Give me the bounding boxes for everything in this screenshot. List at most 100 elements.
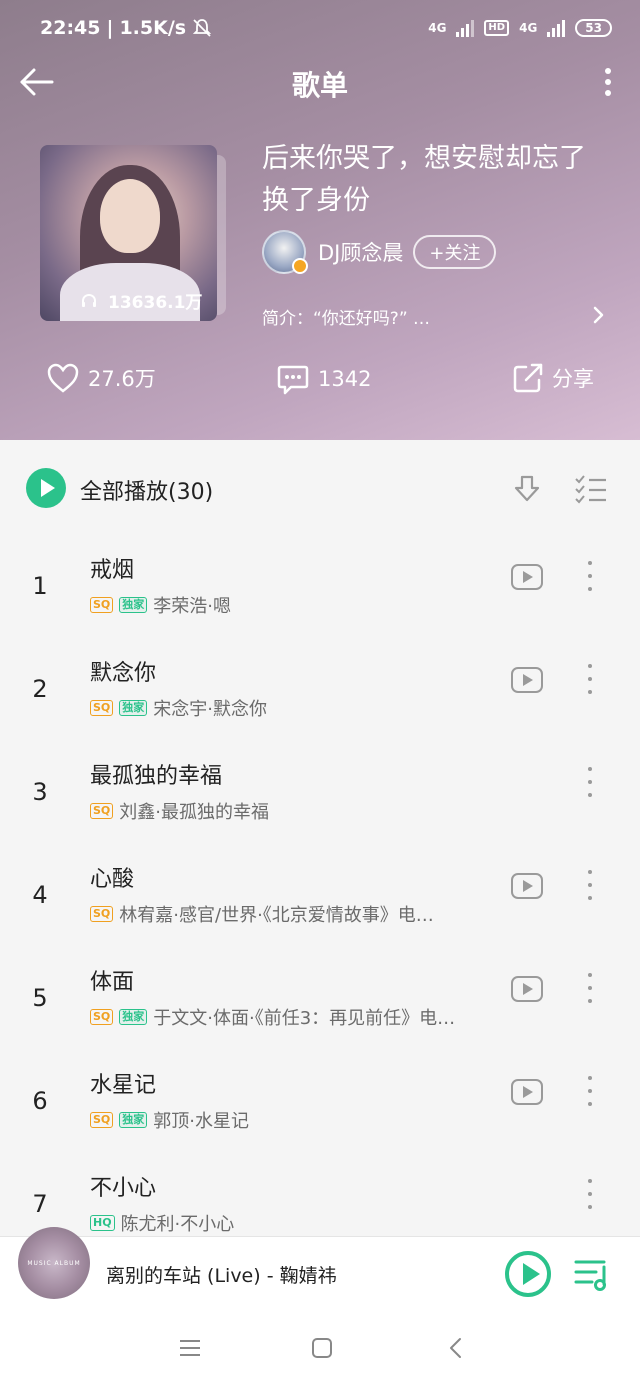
song-artist-album: 林宥嘉·感官/世界·《北京爱情故事》电… xyxy=(119,905,434,926)
cover-image: 13636.1万 xyxy=(40,145,217,321)
action-bar: 27.6万 1342 分享 xyxy=(0,362,640,412)
play-count: 13636.1万 xyxy=(80,288,202,313)
playlist-title: 后来你哭了，想安慰却忘了换了身份 xyxy=(262,143,586,216)
status-speed: 1.5K/s xyxy=(119,17,187,39)
song-row[interactable]: 6 水星记 SQ 独家 郭顶·水星记 xyxy=(0,1053,640,1156)
video-play-icon[interactable] xyxy=(511,1079,543,1105)
song-row[interactable]: 3 最孤独的幸福 SQ 刘鑫·最孤独的幸福 xyxy=(0,744,640,847)
status-separator: | xyxy=(106,17,114,39)
song-more-icon[interactable] xyxy=(580,661,600,697)
heart-icon xyxy=(47,363,79,393)
share-icon xyxy=(513,363,543,393)
download-icon[interactable] xyxy=(512,474,542,504)
playlist-header: 22:45 | 1.5K/s 4G HD 4G 53 歌单 13636.1万 后… xyxy=(0,0,640,440)
follow-button[interactable]: +关注 xyxy=(413,235,497,269)
multiselect-icon[interactable] xyxy=(574,474,608,504)
song-more-icon[interactable] xyxy=(580,970,600,1006)
sq-badge: SQ xyxy=(90,803,114,819)
share-label: 分享 xyxy=(552,367,594,391)
signal-icon-2 xyxy=(547,19,566,37)
song-title: 戒烟 xyxy=(90,558,135,583)
song-title: 最孤独的幸福 xyxy=(90,764,223,789)
sq-badge: SQ xyxy=(90,1009,114,1025)
sq-badge: SQ xyxy=(90,1112,114,1128)
song-row[interactable]: 1 戒烟 SQ 独家 李荣浩·嗯 xyxy=(0,538,640,641)
song-more-icon[interactable] xyxy=(580,1176,600,1212)
menu-icon[interactable] xyxy=(178,1336,202,1360)
song-subtitle-row: SQ 独家 于文文·体面·《前任3：再见前任》电… xyxy=(90,1004,455,1030)
creator-row: DJ顾念晨 +关注 xyxy=(262,230,497,274)
song-index: 5 xyxy=(32,984,48,1012)
song-index: 2 xyxy=(32,675,48,703)
playlist-intro[interactable]: 简介：“你还好吗?” … xyxy=(262,304,430,329)
sq-badge: SQ xyxy=(90,597,114,613)
song-row[interactable]: 7 不小心 HQ 陈尤利·不小心 xyxy=(0,1156,640,1236)
mini-player[interactable]: MUSIC ALBUM 离别的车站 (Live) - 鞠婧祎 xyxy=(0,1227,640,1310)
song-subtitle-row: HQ 陈尤利·不小心 xyxy=(90,1210,234,1236)
battery-indicator: 53 xyxy=(575,19,612,37)
signal-icon xyxy=(456,19,475,37)
song-row[interactable]: 4 心酸 SQ 林宥嘉·感官/世界·《北京爱情故事》电… xyxy=(0,847,640,950)
hq-badge: HQ xyxy=(90,1215,115,1231)
creator-avatar[interactable] xyxy=(262,230,308,274)
playlist-queue-icon[interactable] xyxy=(574,1257,612,1291)
song-more-icon[interactable] xyxy=(580,558,600,594)
song-row[interactable]: 5 体面 SQ 独家 于文文·体面·《前任3：再见前任》电… xyxy=(0,950,640,1053)
page-title: 歌单 xyxy=(291,69,348,102)
vip-badge-icon xyxy=(292,258,308,274)
mini-player-cover[interactable]: MUSIC ALBUM xyxy=(18,1227,90,1299)
sq-badge: SQ xyxy=(90,700,114,716)
song-index: 7 xyxy=(32,1190,48,1218)
song-title: 水星记 xyxy=(90,1073,157,1098)
play-all-button[interactable] xyxy=(26,468,66,508)
creator-name[interactable]: DJ顾念晨 xyxy=(318,237,403,267)
share-button[interactable]: 分享 xyxy=(512,362,594,394)
song-subtitle-row: SQ 独家 郭顶·水星记 xyxy=(90,1107,249,1133)
video-play-icon[interactable] xyxy=(511,667,543,693)
song-title: 心酸 xyxy=(90,867,135,892)
chevron-right-icon[interactable] xyxy=(592,304,606,326)
video-play-icon[interactable] xyxy=(511,564,543,590)
song-index: 1 xyxy=(32,572,48,600)
hd-badge: HD xyxy=(484,20,510,36)
exclusive-badge: 独家 xyxy=(119,1112,148,1128)
song-title: 体面 xyxy=(90,970,135,995)
like-count: 27.6万 xyxy=(88,367,156,391)
status-time: 22:45 xyxy=(40,17,101,39)
comment-button[interactable]: 1342 xyxy=(276,362,371,396)
mute-bell-icon xyxy=(192,19,212,37)
like-button[interactable]: 27.6万 xyxy=(46,362,156,394)
exclusive-badge: 独家 xyxy=(119,597,148,613)
play-all-label[interactable]: 全部播放(30) xyxy=(80,474,213,506)
song-subtitle-row: SQ 刘鑫·最孤独的幸福 xyxy=(90,798,269,824)
now-playing-title[interactable]: 离别的车站 (Live) - 鞠婧祎 xyxy=(106,1261,337,1288)
video-play-icon[interactable] xyxy=(511,873,543,899)
mini-play-button[interactable] xyxy=(505,1251,551,1297)
network-label-2: 4G xyxy=(519,21,538,35)
play-count-value: 13636.1万 xyxy=(108,293,203,313)
song-more-icon[interactable] xyxy=(580,1073,600,1109)
exclusive-badge: 独家 xyxy=(119,1009,148,1025)
song-list-card: 全部播放(30) 1 戒烟 SQ 独家 李荣浩·嗯 2 默念你 SQ 独家 宋念宇·默念你 3 最孤独… xyxy=(0,440,640,1236)
song-artist-album: 陈尤利·不小心 xyxy=(120,1214,235,1235)
nav-bar: 歌单 xyxy=(0,56,640,108)
song-artist-album: 于文文·体面·《前任3：再见前任》电… xyxy=(153,1008,456,1029)
more-vertical-icon[interactable] xyxy=(598,64,618,100)
comment-icon xyxy=(277,365,309,395)
home-icon[interactable] xyxy=(310,1336,334,1360)
song-more-icon[interactable] xyxy=(580,764,600,800)
network-label-1: 4G xyxy=(428,21,447,35)
play-all-row: 全部播放(30) xyxy=(0,440,640,538)
song-title: 默念你 xyxy=(90,661,157,686)
video-play-icon[interactable] xyxy=(511,976,543,1002)
headphones-icon xyxy=(82,293,96,307)
song-subtitle-row: SQ 独家 宋念宇·默念你 xyxy=(90,695,267,721)
sq-badge: SQ xyxy=(90,906,114,922)
back-nav-icon[interactable] xyxy=(444,1336,468,1360)
song-index: 4 xyxy=(32,881,48,909)
playlist-cover[interactable]: 13636.1万 xyxy=(40,145,226,321)
song-more-icon[interactable] xyxy=(580,867,600,903)
song-subtitle-row: SQ 林宥嘉·感官/世界·《北京爱情故事》电… xyxy=(90,901,434,927)
song-row[interactable]: 2 默念你 SQ 独家 宋念宇·默念你 xyxy=(0,641,640,744)
song-index: 6 xyxy=(32,1087,48,1115)
